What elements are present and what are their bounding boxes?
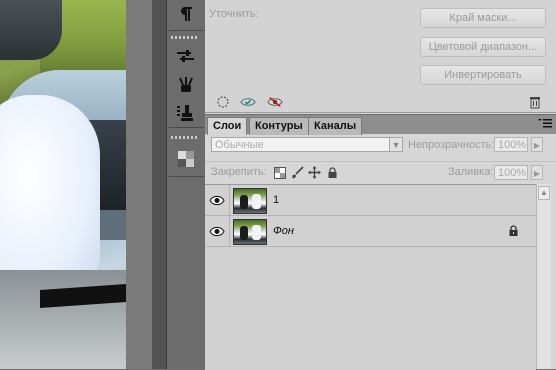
layer-name[interactable]: Фон	[273, 225, 294, 237]
layer-thumbnail	[233, 219, 267, 245]
lock-position-move-icon[interactable]	[308, 166, 321, 179]
panel-dock	[166, 0, 206, 369]
panels-column: Уточнить: Край маски... Цветовой диапазо…	[205, 0, 556, 370]
layer-thumbnail	[233, 188, 267, 214]
panel-menu-icon[interactable]	[538, 118, 552, 130]
apply-mask-icon[interactable]	[240, 94, 256, 110]
clone-source-icon[interactable]	[171, 101, 201, 125]
paragraph-icon[interactable]	[171, 2, 201, 26]
scroll-up-icon[interactable]: ▲	[538, 186, 550, 200]
layer-row[interactable]: 1	[205, 185, 536, 216]
fill-input[interactable]: 100%	[494, 165, 528, 180]
load-selection-icon[interactable]	[215, 94, 231, 110]
eye-icon[interactable]	[208, 222, 226, 240]
panel-divider[interactable]	[152, 0, 166, 369]
opacity-input[interactable]: 100%	[494, 137, 528, 152]
dock-separator	[169, 176, 203, 177]
delete-mask-icon[interactable]	[527, 94, 543, 110]
visibility-column	[205, 216, 230, 246]
layers-panel-tabs: Слои Контуры Каналы	[205, 114, 556, 135]
dock-separator	[169, 30, 203, 31]
layers-list: 1 Фон	[205, 184, 536, 370]
lock-icon	[508, 225, 520, 237]
layer-row[interactable]: Фон	[205, 216, 536, 247]
canvas-pasteboard	[126, 0, 152, 369]
refine-label: Уточнить:	[209, 8, 259, 20]
opacity-label: Непрозрачность:	[408, 139, 495, 151]
photo-person	[0, 0, 62, 60]
fill-slider-arrow-icon[interactable]: ▶	[531, 165, 543, 180]
layer-name[interactable]: 1	[273, 194, 279, 206]
chevron-down-icon[interactable]: ▼	[389, 137, 403, 152]
disable-mask-icon[interactable]	[267, 94, 283, 110]
visibility-column	[205, 185, 230, 215]
dock-grip[interactable]	[171, 136, 199, 139]
lock-transparency-icon[interactable]	[273, 166, 286, 179]
layers-scrollbar[interactable]: ▲	[536, 184, 551, 369]
mask-edge-button[interactable]: Край маски...	[420, 8, 546, 28]
lock-all-icon[interactable]	[326, 166, 339, 179]
invert-button[interactable]: Инвертировать	[420, 65, 546, 85]
blend-opacity-row: Обычные ▼ Непрозрачность: 100% ▶	[205, 133, 556, 157]
dock-separator	[169, 127, 203, 128]
fill-label: Заливка:	[448, 166, 494, 178]
photo-shirt	[0, 95, 100, 295]
swatches-icon[interactable]	[171, 147, 201, 171]
mask-properties-footer	[205, 92, 556, 112]
lock-fill-row: Закрепить: Заливка: 100% ▶	[205, 161, 556, 184]
opacity-slider-arrow-icon[interactable]: ▶	[531, 137, 543, 152]
lock-pixels-brush-icon[interactable]	[291, 166, 304, 179]
brush-presets-icon[interactable]	[171, 73, 201, 97]
eye-icon[interactable]	[208, 191, 226, 209]
document-canvas[interactable]	[0, 0, 126, 369]
dock-grip[interactable]	[171, 36, 199, 39]
lock-label: Закрепить:	[211, 166, 267, 178]
mask-properties-panel: Уточнить: Край маски... Цветовой диапазо…	[205, 0, 556, 113]
adjustments-icon[interactable]	[171, 45, 201, 69]
color-range-button[interactable]: Цветовой диапазон...	[420, 37, 546, 57]
blend-mode-select[interactable]: Обычные	[211, 137, 393, 152]
